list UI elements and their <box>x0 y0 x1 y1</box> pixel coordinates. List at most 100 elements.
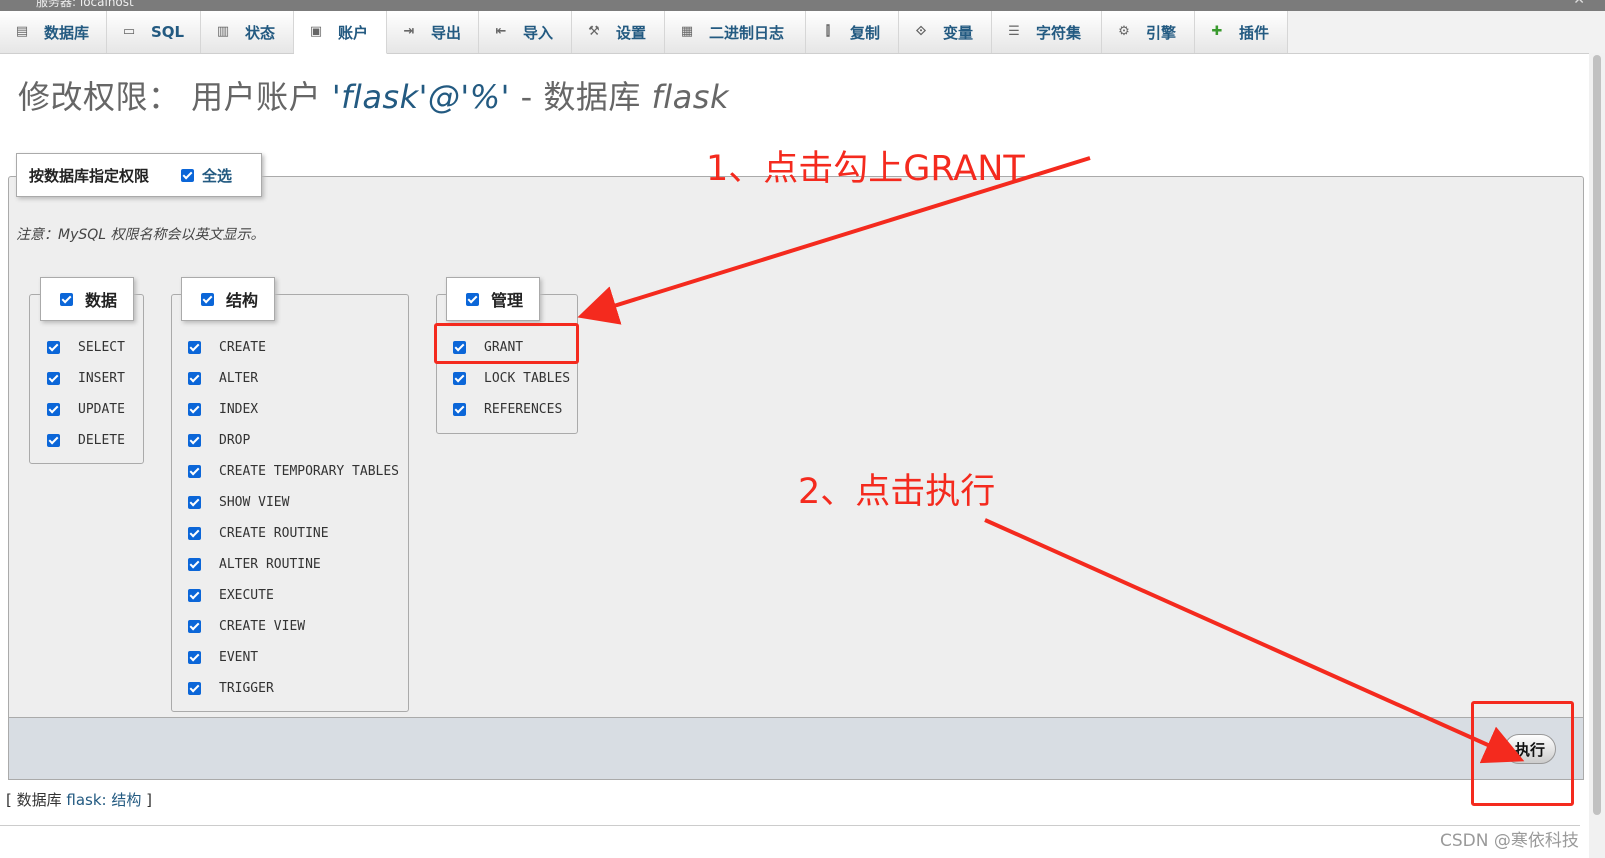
priv-label: CREATE TEMPORARY TABLES <box>219 464 400 479</box>
select-all-label[interactable]: 全选 <box>202 165 232 186</box>
tab-label: SQL <box>151 23 185 41</box>
tab-label: 插件 <box>1239 23 1270 42</box>
priv-create-temporary-tables[interactable]: CREATE TEMPORARY TABLES <box>188 464 399 479</box>
priv-create-routine[interactable]: CREATE ROUTINE <box>188 526 329 541</box>
priv-index[interactable]: INDEX <box>188 402 258 417</box>
privileges-legend: 按数据库指定权限 全选 <box>16 153 262 197</box>
priv-label: CREATE <box>219 340 266 355</box>
priv-label: LOCK TABLES <box>484 371 571 386</box>
tab-plugins[interactable]: ✚ 插件 <box>1195 11 1288 53</box>
priv-label: ALTER <box>219 371 259 386</box>
priv-checkbox[interactable] <box>188 682 201 695</box>
priv-checkbox[interactable] <box>453 403 466 416</box>
priv-checkbox[interactable] <box>188 620 201 633</box>
priv-drop[interactable]: DROP <box>188 433 250 448</box>
tab-export[interactable]: ⇥ 导出 <box>387 11 479 53</box>
tab-label: 账户 <box>338 23 369 42</box>
data-group-label: 数据 <box>85 291 118 310</box>
priv-alter[interactable]: ALTER <box>188 371 258 386</box>
charset-icon: ☰ <box>1008 24 1020 39</box>
priv-checkbox[interactable] <box>188 403 201 416</box>
tab-binlog[interactable]: ▦ 二进制日志 <box>665 11 806 53</box>
tab-charsets[interactable]: ☰ 字符集 <box>992 11 1102 53</box>
priv-checkbox[interactable] <box>188 465 201 478</box>
priv-checkbox[interactable] <box>188 372 201 385</box>
priv-create[interactable]: CREATE <box>188 340 266 355</box>
close-icon[interactable]: ✕ <box>1573 0 1585 8</box>
breadcrumb-db-link[interactable]: flask: <box>66 791 106 809</box>
priv-event[interactable]: EVENT <box>188 650 258 665</box>
tab-status[interactable]: ▥ 状态 <box>201 11 294 53</box>
tab-label: 导出 <box>431 23 462 42</box>
breadcrumb: [ 数据库 flask: 结构 ] <box>6 789 152 810</box>
title-db: flask <box>651 78 729 116</box>
import-icon: ⇤ <box>495 24 507 39</box>
priv-label: CREATE VIEW <box>219 619 306 634</box>
page-title: 修改权限： 用户账户 'flask'@'%' - 数据库 flask <box>18 72 729 118</box>
priv-label: CREATE ROUTINE <box>219 526 329 541</box>
priv-alter-routine[interactable]: ALTER ROUTINE <box>188 557 321 572</box>
replication-icon: ⫿ <box>825 24 831 39</box>
tab-accounts[interactable]: ▣ 账户 <box>294 11 387 54</box>
priv-references[interactable]: REFERENCES <box>453 402 562 417</box>
priv-label: EVENT <box>219 650 259 665</box>
tab-label: 状态 <box>245 23 276 42</box>
select-all-checkbox[interactable] <box>181 168 195 182</box>
priv-label: INSERT <box>78 371 125 386</box>
priv-checkbox[interactable] <box>188 527 201 540</box>
annotation-box-grant <box>434 323 579 364</box>
window-titlebar: 服务器: localhost ✕ <box>0 0 1605 11</box>
tab-label: 引擎 <box>1146 23 1177 42</box>
data-group-legend: 数据 <box>40 277 134 321</box>
priv-execute[interactable]: EXECUTE <box>188 588 274 603</box>
priv-delete[interactable]: DELETE <box>47 433 125 448</box>
priv-label: SHOW VIEW <box>219 495 290 510</box>
tab-import[interactable]: ⇤ 导入 <box>479 11 572 53</box>
scrollbar-thumb[interactable] <box>1593 55 1601 815</box>
divider <box>0 825 1580 826</box>
plugin-icon: ✚ <box>1211 24 1223 39</box>
tab-settings[interactable]: ⚒ 设置 <box>572 11 665 53</box>
priv-trigger[interactable]: TRIGGER <box>188 681 274 696</box>
priv-checkbox[interactable] <box>188 496 201 509</box>
priv-insert[interactable]: INSERT <box>47 371 125 386</box>
priv-update[interactable]: UPDATE <box>47 402 125 417</box>
priv-select[interactable]: SELECT <box>47 340 125 355</box>
annotation-step2: 2、点击执行 <box>798 472 996 512</box>
admin-group-legend: 管理 <box>446 277 540 321</box>
tab-label: 导入 <box>523 23 554 42</box>
priv-label: EXECUTE <box>219 588 274 603</box>
priv-checkbox[interactable] <box>47 341 60 354</box>
priv-checkbox[interactable] <box>188 434 201 447</box>
priv-label: ALTER ROUTINE <box>219 557 321 572</box>
vertical-scrollbar[interactable] <box>1589 53 1605 858</box>
priv-show-view[interactable]: SHOW VIEW <box>188 495 289 510</box>
export-icon: ⇥ <box>403 24 415 39</box>
title-user: 'flask'@'%' <box>331 78 510 116</box>
priv-checkbox[interactable] <box>47 403 60 416</box>
priv-create-view[interactable]: CREATE VIEW <box>188 619 305 634</box>
structure-group-legend: 结构 <box>181 277 275 321</box>
priv-checkbox[interactable] <box>188 341 201 354</box>
priv-checkbox[interactable] <box>453 372 466 385</box>
tab-label: 变量 <box>943 23 974 42</box>
breadcrumb-close: ] <box>141 791 153 809</box>
tab-variables[interactable]: ⟐ 变量 <box>899 11 992 53</box>
priv-checkbox[interactable] <box>47 434 60 447</box>
priv-checkbox[interactable] <box>188 589 201 602</box>
tab-label: 数据库 <box>44 23 90 42</box>
breadcrumb-structure-link[interactable]: 结构 <box>111 791 141 809</box>
tab-engines[interactable]: ⚙ 引擎 <box>1102 11 1195 53</box>
tab-sql[interactable]: ▭ SQL <box>107 11 201 53</box>
structure-group-checkbox[interactable] <box>201 292 214 306</box>
priv-label: DROP <box>219 433 251 448</box>
admin-group-checkbox[interactable] <box>466 292 479 306</box>
priv-label: SELECT <box>78 340 125 355</box>
tab-replication[interactable]: ⫿ 复制 <box>806 11 899 53</box>
priv-checkbox[interactable] <box>188 558 201 571</box>
priv-checkbox[interactable] <box>188 651 201 664</box>
priv-checkbox[interactable] <box>47 372 60 385</box>
priv-lock-tables[interactable]: LOCK TABLES <box>453 371 570 386</box>
data-group-checkbox[interactable] <box>60 292 73 306</box>
tab-databases[interactable]: ▤ 数据库 <box>0 11 107 53</box>
